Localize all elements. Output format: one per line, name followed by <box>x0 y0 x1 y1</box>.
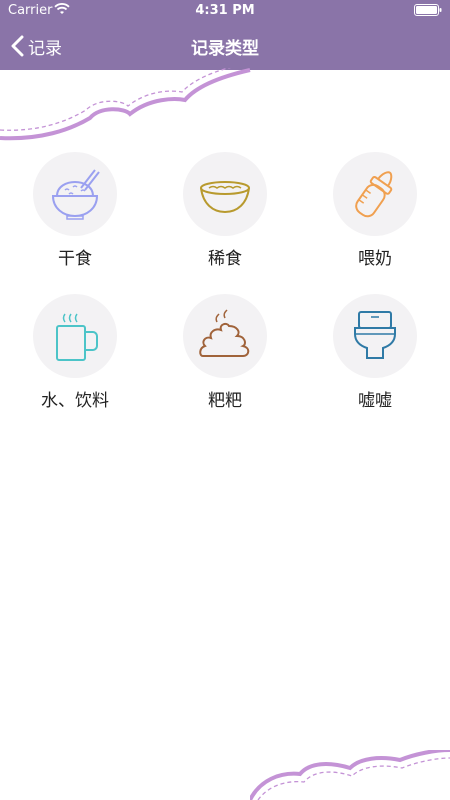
record-type-label: 粑粑 <box>208 391 242 411</box>
battery-icon <box>414 4 442 16</box>
page: Carrier 4:31 PM 记录 记录类型 干食 稀食 喂奶 水、饮料 粑粑… <box>0 0 450 800</box>
nav-bar: 记录 记录类型 <box>0 22 450 70</box>
record-type-label: 嘘嘘 <box>358 391 392 411</box>
page-title: 记录类型 <box>191 39 259 59</box>
icon-circle <box>33 152 117 236</box>
record-type-label: 水、饮料 <box>41 391 109 411</box>
cloud-decoration-bottom <box>250 750 450 800</box>
rice-bowl-icon <box>51 169 100 220</box>
status-bar: Carrier 4:31 PM <box>0 0 450 22</box>
record-type-liquid-food[interactable]: 稀食 <box>150 150 300 280</box>
record-type-pee[interactable]: 嘘嘘 <box>300 292 450 422</box>
record-type-poop[interactable]: 粑粑 <box>150 292 300 422</box>
icon-circle <box>333 294 417 378</box>
mug-icon <box>56 313 98 361</box>
poop-icon <box>199 309 250 357</box>
icon-circle <box>183 294 267 378</box>
toilet-icon <box>354 311 396 359</box>
record-type-label: 稀食 <box>208 249 242 269</box>
baby-bottle-icon <box>355 171 393 218</box>
record-type-label: 干食 <box>58 249 92 269</box>
cloud-decoration-top <box>0 68 251 141</box>
header: Carrier 4:31 PM 记录 记录类型 <box>0 0 450 70</box>
icon-circle <box>333 152 417 236</box>
record-type-dry-food[interactable]: 干食 <box>0 150 150 280</box>
porridge-bowl-icon <box>200 181 250 214</box>
status-time: 4:31 PM <box>195 3 255 18</box>
icon-circle <box>183 152 267 236</box>
record-type-water-drinks[interactable]: 水、饮料 <box>0 292 150 422</box>
icon-circle <box>33 294 117 378</box>
record-type-feeding[interactable]: 喂奶 <box>300 150 450 280</box>
record-type-label: 喂奶 <box>358 249 392 269</box>
